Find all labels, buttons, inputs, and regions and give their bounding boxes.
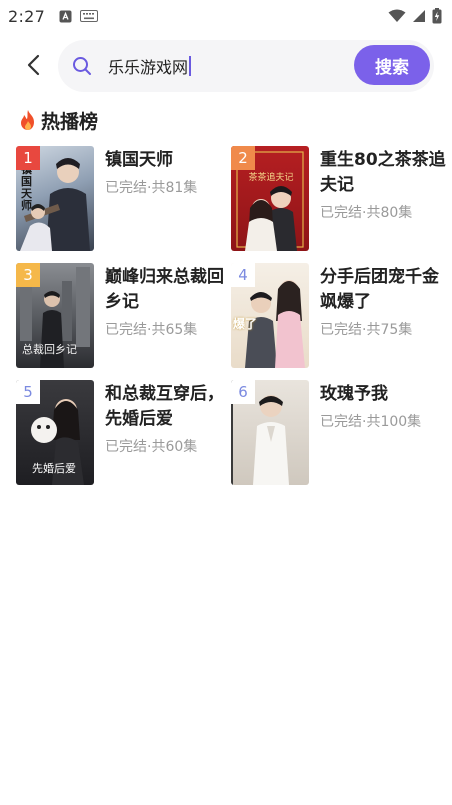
chevron-left-icon: [27, 54, 40, 76]
drama-card[interactable]: 先婚后爱 5 和总裁互穿后，先婚后爱 已完结·共60集: [16, 380, 231, 486]
rank-badge: 6: [231, 380, 255, 404]
drama-cover[interactable]: 爆了 4: [231, 263, 309, 368]
drama-status: 已完结·共65集: [105, 322, 198, 338]
drama-card[interactable]: 茶茶追夫记 2 重生80之茶茶追夫记 已完结·共80集: [231, 146, 446, 252]
notification-icons: [59, 10, 99, 23]
drama-cover[interactable]: 6: [231, 380, 309, 485]
drama-status: 已完结·共75集: [320, 322, 413, 338]
status-bar: 2:27: [0, 0, 452, 32]
drama-cover[interactable]: 镇国天师 1: [16, 146, 94, 251]
search-icon: [73, 57, 91, 75]
rank-badge: 4: [231, 263, 255, 287]
wifi-icon: [388, 9, 406, 22]
search-header: 乐乐游戏网 搜索: [0, 38, 452, 94]
drama-status: 已完结·共80集: [320, 205, 413, 221]
drama-card[interactable]: 爆了 4 分手后团宠千金飒爆了 已完结·共75集: [231, 263, 446, 369]
fire-icon: [21, 110, 34, 130]
drama-title[interactable]: 重生80之茶茶追夫记: [320, 148, 448, 198]
cover-caption: 总裁回乡记: [22, 343, 77, 356]
drama-status: 已完结·共60集: [105, 439, 198, 455]
drama-card[interactable]: 6 玫瑰予我 已完结·共100集: [231, 380, 446, 486]
rank-badge: 1: [16, 146, 40, 170]
text-caret: [189, 56, 192, 76]
section-title: 热播榜: [41, 110, 99, 133]
drama-cover[interactable]: 总裁回乡记 3: [16, 263, 94, 368]
drama-cover[interactable]: 茶茶追夫记 2: [231, 146, 309, 251]
hot-list-header: 热播榜: [18, 106, 98, 134]
search-input[interactable]: 乐乐游戏网: [108, 54, 192, 78]
cover-caption: 先婚后爱: [32, 462, 76, 475]
drama-status: 已完结·共81集: [105, 180, 198, 196]
cover-caption: 镇国天师: [21, 164, 32, 212]
drama-card[interactable]: 总裁回乡记 3 巅峰归来总裁回乡记 已完结·共65集: [16, 263, 231, 369]
drama-title[interactable]: 巅峰归来总裁回乡记: [105, 265, 233, 315]
signal-icon: [413, 10, 425, 22]
rank-badge: 2: [231, 146, 255, 170]
back-button[interactable]: [16, 48, 50, 82]
drama-cover[interactable]: 先婚后爱 5: [16, 380, 94, 485]
cover-caption: 爆了: [233, 317, 258, 331]
app-notification-icon: [59, 10, 72, 22]
drama-card[interactable]: 镇国天师 1 镇国天师 已完结·共81集: [16, 146, 231, 252]
drama-status: 已完结·共100集: [320, 414, 422, 430]
cover-caption: 茶茶追夫记: [248, 173, 294, 183]
drama-title[interactable]: 和总裁互穿后，先婚后爱: [105, 382, 233, 432]
rank-badge: 3: [16, 263, 40, 287]
battery-icon: [432, 8, 442, 24]
rank-badge: 5: [16, 380, 40, 404]
drama-title[interactable]: 分手后团宠千金飒爆了: [320, 265, 448, 315]
system-icons: [388, 8, 442, 24]
search-button[interactable]: 搜索: [354, 45, 430, 85]
keyboard-icon: [80, 10, 99, 22]
search-box[interactable]: 乐乐游戏网 搜索: [58, 40, 434, 92]
drama-title[interactable]: 镇国天师: [105, 148, 233, 173]
drama-title[interactable]: 玫瑰予我: [320, 382, 448, 407]
status-time: 2:27: [8, 6, 46, 26]
search-input-value: 乐乐游戏网: [108, 58, 189, 77]
